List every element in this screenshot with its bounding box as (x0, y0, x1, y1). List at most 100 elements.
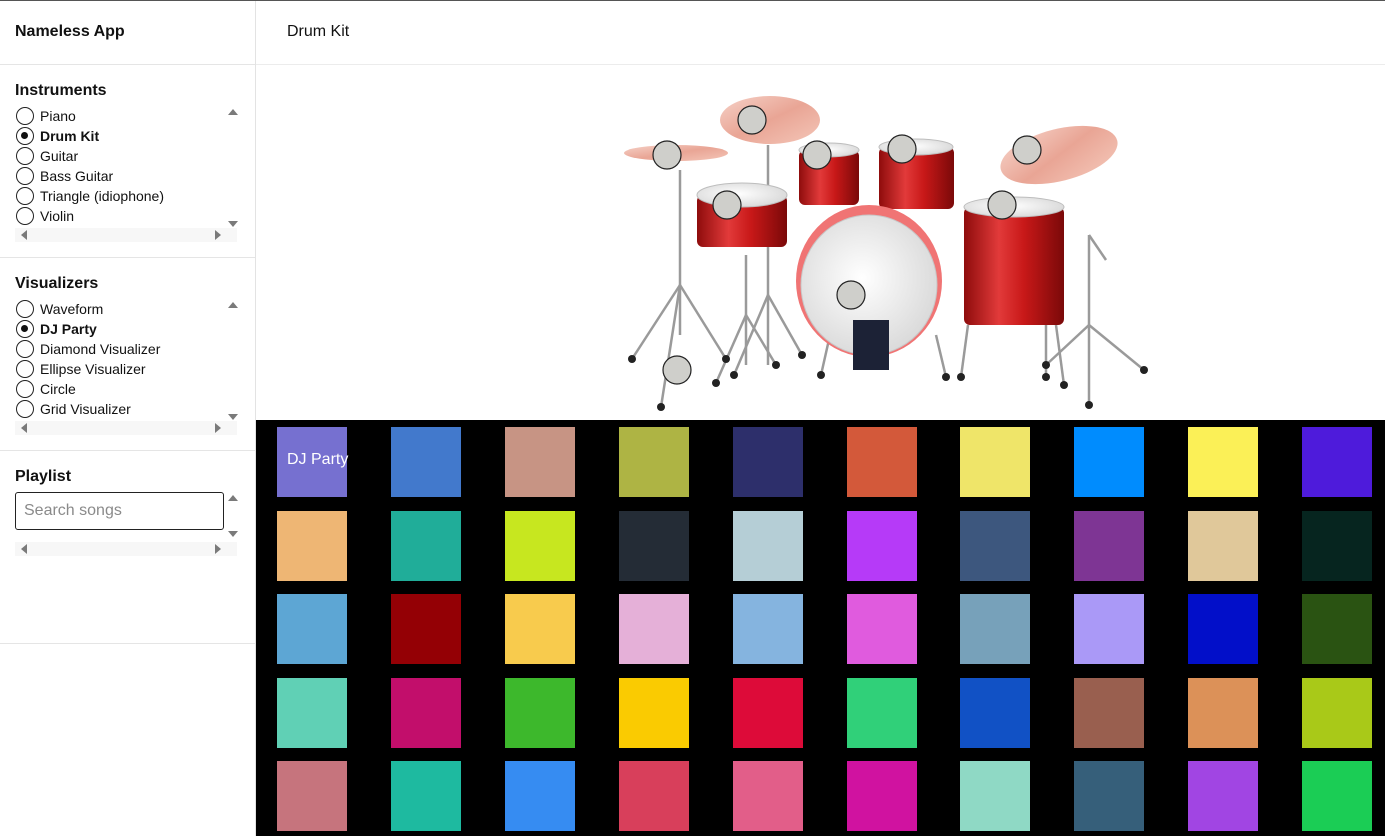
color-tile (960, 761, 1031, 832)
radio-button[interactable] (16, 400, 34, 418)
scroll-right-arrow-icon[interactable] (215, 544, 221, 554)
radio-button[interactable] (16, 360, 34, 378)
radio-button[interactable] (16, 340, 34, 358)
cymbal-ride-hit-target[interactable] (1012, 135, 1042, 165)
color-tile (732, 594, 803, 665)
scroll-left-arrow-icon[interactable] (21, 544, 27, 554)
visualizer-option-label: Circle (40, 381, 76, 397)
snare-hit-target[interactable] (712, 190, 742, 220)
color-tile (618, 761, 689, 832)
scroll-down-arrow-icon[interactable] (228, 414, 238, 420)
instrument-option[interactable]: Bass Guitar (15, 166, 240, 186)
instruments-heading: Instruments (15, 82, 107, 99)
scroll-left-arrow-icon[interactable] (21, 423, 27, 433)
instrument-option[interactable]: Violin (15, 206, 240, 226)
color-tile (1074, 427, 1145, 497)
instrument-option-label: Guitar (40, 148, 79, 164)
search-songs-input[interactable] (15, 492, 224, 530)
instrument-option-label: Violin (40, 208, 74, 224)
radio-button[interactable] (16, 167, 34, 185)
radio-button[interactable] (16, 207, 34, 225)
scroll-right-arrow-icon[interactable] (215, 230, 221, 240)
radio-button[interactable] (16, 187, 34, 205)
radio-button[interactable] (16, 107, 34, 125)
color-tile (504, 677, 575, 748)
radio-button[interactable] (16, 380, 34, 398)
visualizer-option[interactable]: Grid Visualizer (15, 399, 240, 419)
color-tile (1074, 594, 1145, 665)
playlist-horizontal-scrollbar[interactable] (15, 542, 237, 556)
instruments-horizontal-scrollbar[interactable] (15, 228, 237, 242)
color-tile (277, 510, 347, 581)
color-tile (390, 594, 461, 665)
visualizer-label: DJ Party (287, 451, 349, 468)
color-tile (277, 761, 347, 832)
playlist-list (15, 492, 240, 540)
scroll-down-arrow-icon[interactable] (228, 221, 238, 227)
color-tile (1074, 510, 1145, 581)
visualizers-section: Visualizers Waveform DJ Party Diamond Visu… (0, 258, 255, 451)
visualizer-option[interactable]: Diamond Visualizer (15, 339, 240, 359)
playlist-section: Playlist (0, 451, 255, 644)
scroll-right-arrow-icon[interactable] (215, 423, 221, 433)
scroll-down-arrow-icon[interactable] (228, 531, 238, 537)
radio-button[interactable] (16, 300, 34, 318)
instrument-option[interactable]: Triangle (idiophone) (15, 186, 240, 206)
playlist-vertical-scrollbar[interactable] (226, 492, 240, 540)
visualizer-option[interactable]: Waveform (15, 299, 240, 319)
color-tile (1188, 594, 1259, 665)
scroll-left-arrow-icon[interactable] (21, 230, 27, 240)
visualizers-vertical-scrollbar[interactable] (226, 299, 240, 423)
app-title: Nameless App (0, 1, 255, 65)
color-tile (277, 677, 347, 748)
instrument-option[interactable]: Piano (15, 106, 240, 126)
tom-1-hit-target[interactable] (802, 140, 832, 170)
cymbal-crash-hit-target[interactable] (737, 105, 767, 135)
color-tile (960, 677, 1031, 748)
instrument-option-label: Drum Kit (40, 128, 100, 144)
visualizers-horizontal-scrollbar[interactable] (15, 421, 237, 435)
color-tile (1302, 594, 1373, 665)
color-tile (846, 761, 917, 832)
visualizer-option[interactable]: Circle (15, 379, 240, 399)
page-title: Drum Kit (256, 1, 1385, 65)
color-tile (732, 510, 803, 581)
color-tile (846, 677, 917, 748)
color-tile (960, 510, 1031, 581)
visualizer-option[interactable]: Ellipse Visualizer (15, 359, 240, 379)
visualizers-list[interactable]: Waveform DJ Party Diamond Visualizer Ellips… (15, 299, 240, 420)
instrument-option[interactable]: Guitar (15, 146, 240, 166)
color-tile (1302, 427, 1373, 497)
visualizer-option-label: Waveform (40, 301, 104, 317)
floor-tom-hit-target[interactable] (987, 190, 1017, 220)
radio-button[interactable] (16, 147, 34, 165)
color-tile (846, 427, 917, 497)
playlist-heading: Playlist (15, 468, 72, 485)
instruments-vertical-scrollbar[interactable] (226, 106, 240, 230)
tom-2-hit-target[interactable] (887, 134, 917, 164)
hihat-pedal-hit-target[interactable] (662, 355, 692, 385)
instruments-list[interactable]: Piano Drum Kit Guitar Bass Guitar Triangle (… (15, 106, 240, 227)
visualizer-option-label: DJ Party (40, 321, 97, 337)
scroll-up-arrow-icon[interactable] (228, 302, 238, 308)
scroll-up-arrow-icon[interactable] (228, 109, 238, 115)
instrument-option[interactable]: Drum Kit (15, 126, 240, 146)
color-tile (1074, 677, 1145, 748)
color-tile (390, 427, 461, 497)
scroll-up-arrow-icon[interactable] (228, 495, 238, 501)
instruments-section: Instruments Piano Drum Kit Guitar Bass Guit… (0, 65, 255, 258)
radio-button[interactable] (16, 127, 34, 145)
color-tile (960, 427, 1031, 497)
visualizer-option[interactable]: DJ Party (15, 319, 240, 339)
instrument-option-label: Bass Guitar (40, 168, 114, 184)
radio-button[interactable] (16, 320, 34, 338)
visualizer-option-label: Grid Visualizer (40, 401, 131, 417)
color-tile (504, 510, 575, 581)
color-tile (732, 427, 803, 497)
color-tile (618, 677, 689, 748)
color-tile (1074, 761, 1145, 832)
color-tile (618, 594, 689, 665)
color-tile (277, 594, 347, 665)
hihat-hit-target[interactable] (652, 140, 682, 170)
bass-drum-hit-target[interactable] (836, 280, 866, 310)
